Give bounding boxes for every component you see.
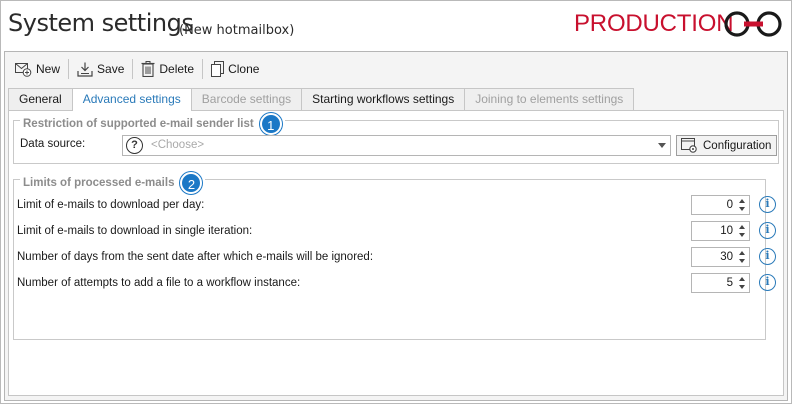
arrow-down-icon[interactable] [739, 285, 745, 289]
group-title: Restriction of supported e-mail sender l… [23, 118, 254, 130]
toolbar: New Save Delete Clone [5, 52, 787, 86]
clone-icon [211, 61, 225, 77]
configuration-icon [681, 138, 697, 153]
info-icon[interactable]: i [759, 248, 776, 265]
configuration-button[interactable]: Configuration [676, 135, 777, 156]
tab-starting-workflows-settings[interactable]: Starting workflows settings [301, 88, 466, 110]
attempts-stepper[interactable]: 5 [691, 273, 750, 293]
tab-advanced-settings[interactable]: Advanced settings [71, 88, 192, 111]
arrow-up-icon[interactable] [739, 251, 745, 255]
advanced-settings-content: Restriction of supported e-mail sender l… [8, 110, 784, 396]
limit-per-iteration-stepper[interactable]: 10 [691, 221, 750, 241]
stepper-value: 10 [720, 225, 733, 237]
page-subtitle: (New hotmailbox) [179, 23, 295, 38]
toolbar-separator [202, 59, 204, 79]
days-ignored-stepper[interactable]: 30 [691, 247, 750, 267]
group-header: Restriction of supported e-mail sender l… [20, 113, 285, 135]
limit-per-day-label: Limit of e-mails to download per day: [17, 199, 205, 211]
page-title: System settings [8, 9, 194, 37]
step-badge: 1 [259, 113, 282, 135]
save-button[interactable]: Save [74, 57, 127, 81]
tab-general[interactable]: General [8, 88, 73, 110]
info-icon[interactable]: i [759, 222, 776, 239]
days-ignored-label: Number of days from the sent date after … [17, 251, 374, 263]
settings-window: System settings (New hotmailbox) PRODUCT… [0, 0, 792, 404]
step-badge: 2 [180, 172, 203, 194]
environment-label: PRODUCTION [574, 10, 734, 37]
tab-joining-to-elements-settings: Joining to elements settings [464, 88, 635, 110]
new-mail-icon [15, 62, 32, 77]
data-source-combo[interactable]: ? <Choose> [122, 135, 671, 156]
attempts-label: Number of attempts to add a file to a wo… [17, 277, 301, 289]
arrow-up-icon[interactable] [739, 199, 745, 203]
limit-per-iteration-label: Limit of e-mails to download in single i… [17, 225, 253, 237]
data-source-label: Data source: [20, 138, 86, 150]
group-title: Limits of processed e-mails [23, 177, 175, 189]
save-label: Save [97, 62, 125, 76]
help-icon[interactable]: ? [126, 137, 143, 154]
info-icon[interactable]: i [759, 274, 776, 291]
brand-logo-icon [724, 11, 782, 37]
new-button[interactable]: New [12, 57, 63, 81]
toolbar-separator [68, 59, 70, 79]
clone-label: Clone [228, 62, 260, 76]
arrow-down-icon[interactable] [739, 207, 745, 211]
delete-button[interactable]: Delete [138, 57, 197, 81]
trash-icon [141, 61, 155, 77]
sender-restriction-group: Restriction of supported e-mail sender l… [13, 113, 779, 164]
arrow-down-icon[interactable] [739, 233, 745, 237]
clone-button[interactable]: Clone [208, 57, 262, 81]
settings-panel: New Save Delete Clone General Advanced s… [4, 51, 788, 401]
tab-barcode-settings: Barcode settings [190, 88, 303, 110]
arrow-up-icon[interactable] [739, 225, 745, 229]
toolbar-separator [132, 59, 134, 79]
data-source-placeholder: <Choose> [151, 139, 205, 151]
info-icon[interactable]: i [759, 196, 776, 213]
tab-strip: General Advanced settings Barcode settin… [8, 88, 635, 111]
new-label: New [36, 62, 61, 76]
arrow-up-icon[interactable] [739, 277, 745, 281]
arrow-down-icon[interactable] [739, 259, 745, 263]
stepper-value: 0 [726, 199, 733, 211]
configuration-label: Configuration [703, 139, 772, 152]
delete-label: Delete [159, 62, 195, 76]
stepper-value: 30 [720, 251, 733, 263]
group-header: Limits of processed e-mails 2 [20, 172, 206, 194]
save-icon [77, 62, 93, 77]
window-header: System settings (New hotmailbox) PRODUCT… [1, 1, 791, 47]
stepper-value: 5 [726, 277, 733, 289]
limit-per-day-stepper[interactable]: 0 [691, 195, 750, 215]
chevron-down-icon[interactable] [658, 143, 666, 148]
